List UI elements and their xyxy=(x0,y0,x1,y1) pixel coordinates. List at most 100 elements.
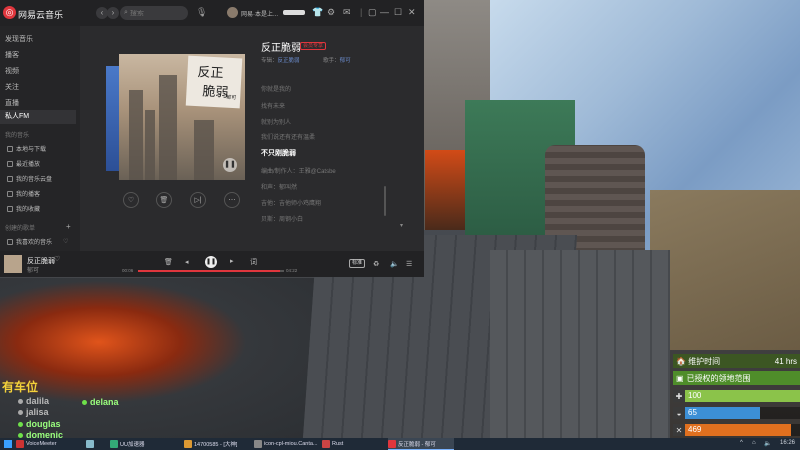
sidebar-item-cloud[interactable]: 我的音乐云盘 xyxy=(7,174,52,183)
progress-fill xyxy=(138,270,280,272)
minimize-icon[interactable]: — xyxy=(380,7,389,17)
my-music-header: 我的音乐 xyxy=(5,133,30,139)
taskbar-item-uu[interactable]: UU加速器 xyxy=(110,438,180,450)
microphone-icon[interactable]: 🎙 xyxy=(196,7,207,18)
search-input[interactable] xyxy=(129,9,180,17)
status-dot-icon xyxy=(18,432,23,438)
taskbar-item-steam[interactable] xyxy=(86,438,100,450)
lyrics-word-icon[interactable]: 词 xyxy=(250,257,257,267)
app-icon xyxy=(184,440,192,448)
sidebar-item-local[interactable]: 本地与下载 xyxy=(7,144,46,153)
status-dot-icon xyxy=(82,399,87,405)
mini-mode-icon[interactable]: ▢ xyxy=(368,7,377,18)
forward-icon[interactable]: › xyxy=(107,7,119,19)
taskbar-item-rust[interactable]: Rust xyxy=(322,438,384,450)
status-dot-icon xyxy=(18,409,23,415)
add-playlist-button[interactable]: + xyxy=(66,222,71,231)
play-pause-button[interactable]: ❚❚ xyxy=(205,256,217,268)
car-availability-title: 有车位 xyxy=(2,380,39,394)
avatar[interactable] xyxy=(227,7,238,18)
volume-icon[interactable]: 🔈 xyxy=(390,260,399,268)
player-entry: jalisa xyxy=(18,407,49,417)
next-button[interactable]: ▷| xyxy=(190,192,206,208)
tray-chevron-icon[interactable]: ^ xyxy=(740,440,743,446)
song-meta: 专辑：反正脆弱 歌手：郁可 xyxy=(261,58,351,64)
vip-badge[interactable] xyxy=(283,10,305,15)
sidebar-item-podcast[interactable]: 播客 xyxy=(5,50,19,60)
quality-button[interactable]: 标准 xyxy=(349,259,366,268)
water-icon: ✕ xyxy=(673,424,685,436)
gear-icon[interactable]: ⚙ xyxy=(327,7,335,18)
lyric-line: 和声：郁叫然 xyxy=(261,185,298,191)
network-icon[interactable]: ⌂ xyxy=(752,440,756,446)
cover-building xyxy=(129,90,143,180)
pause-icon: ❚❚ xyxy=(205,259,217,265)
taskbar-item-voicemeeter[interactable]: VoiceMeeter xyxy=(16,438,76,450)
current-time: 00:06 xyxy=(122,268,134,273)
volume-icon[interactable]: 🔈 xyxy=(764,440,771,447)
clock-icon xyxy=(7,160,13,167)
progress-slider[interactable] xyxy=(138,270,284,272)
lyric-line: 你就是我的 xyxy=(261,87,292,93)
like-button[interactable]: ♡ xyxy=(123,192,139,208)
player-name: delana xyxy=(90,397,119,407)
more-button[interactable]: ⋯ xyxy=(224,192,240,208)
sidebar-item-video[interactable]: 视频 xyxy=(5,66,19,76)
clock[interactable]: 16:26 xyxy=(780,440,795,446)
dislike-button[interactable]: 🗑 xyxy=(156,192,172,208)
mail-icon[interactable]: ✉ xyxy=(343,7,351,18)
previous-icon[interactable]: ◂ xyxy=(185,258,189,266)
title-bar: ◎ 网易云音乐 ‹ › ⌕ 🎙 网易·本是上... 👕 ⚙ ✉ | ▢ — ☐ … xyxy=(0,0,424,26)
skin-icon[interactable]: 👕 xyxy=(312,7,323,18)
app-icon xyxy=(254,440,262,448)
lyrics-scrollbar[interactable] xyxy=(384,186,386,216)
sound-effect-icon[interactable]: ♻ xyxy=(373,260,379,268)
status-dot-icon xyxy=(18,398,23,404)
cover-signature: 郁可 xyxy=(226,94,237,102)
album-cover[interactable]: 反正 脆弱 郁可 ❚❚ xyxy=(119,54,245,180)
now-playing-artist[interactable]: 郁可 xyxy=(27,265,39,274)
next-icon[interactable]: ▸ xyxy=(230,257,234,265)
sidebar-item-liked[interactable]: 我喜欢的音乐 ♡ xyxy=(7,237,68,246)
trash-icon: 🗑 xyxy=(159,197,169,204)
sidebar-item-my-podcast[interactable]: 我的播客 xyxy=(7,189,40,198)
sidebar-item-recent[interactable]: 最近播放 xyxy=(7,159,40,168)
sidebar-item-collection[interactable]: 我的收藏 xyxy=(7,204,40,213)
water-bar: ✕ 469 xyxy=(673,424,800,436)
sidebar-item-follow[interactable]: 关注 xyxy=(5,82,19,92)
maximize-icon[interactable]: ☐ xyxy=(394,7,402,18)
sidebar-item-discover[interactable]: 发现音乐 xyxy=(5,34,33,44)
previous-cover[interactable] xyxy=(106,66,120,171)
chevron-down-icon[interactable]: ▾ xyxy=(400,222,403,229)
taskbar-item-dashen[interactable]: 14700585 - [大神] xyxy=(184,438,250,450)
close-icon[interactable]: ✕ xyxy=(408,7,416,18)
sidebar-item-live[interactable]: 直播 xyxy=(5,98,19,108)
taskbar-item-music[interactable]: 反正脆弱 - 郁可 xyxy=(388,438,454,450)
playlist-icon[interactable]: ☰ xyxy=(406,260,412,268)
heartbeat-mode-icon[interactable]: ♡ xyxy=(63,238,68,245)
maintenance-panel: 🏠 维护时间 41 hrs xyxy=(673,354,800,368)
player-entry: dalila xyxy=(18,396,49,406)
health-bar: ✚ 100 xyxy=(673,390,800,402)
lyric-line: 找有未来 xyxy=(261,104,286,110)
now-playing-thumbnail[interactable] xyxy=(4,255,22,273)
start-icon[interactable] xyxy=(4,440,12,448)
pause-overlay-icon[interactable]: ❚❚ xyxy=(223,158,237,172)
artist-link[interactable]: 郁可 xyxy=(340,58,351,64)
food-bar: ◒ 65 xyxy=(673,407,800,419)
lyric-line: 就别为别人 xyxy=(261,120,292,126)
sidebar-item-personal-fm[interactable]: 私人FM xyxy=(0,110,76,124)
bar-fill xyxy=(685,390,800,402)
taskbar-item-canta[interactable]: icon-cpl-miou.Canta... xyxy=(254,438,320,450)
search-box[interactable]: ⌕ xyxy=(120,6,188,20)
user-name[interactable]: 网易·本是上... xyxy=(241,9,278,18)
player-name: douglas xyxy=(26,419,61,429)
lyric-line: 贝斯：周钢小白 xyxy=(261,217,304,223)
heart-icon[interactable]: ♡ xyxy=(54,255,60,263)
app-name: 网易云音乐 xyxy=(18,10,64,20)
album-link[interactable]: 反正脆弱 xyxy=(278,58,300,64)
health-icon: ✚ xyxy=(673,390,685,402)
total-time: 04:22 xyxy=(286,268,298,273)
trash-icon[interactable]: 🗑 xyxy=(164,258,173,266)
playlists-header: 创建的歌单 xyxy=(5,226,36,232)
